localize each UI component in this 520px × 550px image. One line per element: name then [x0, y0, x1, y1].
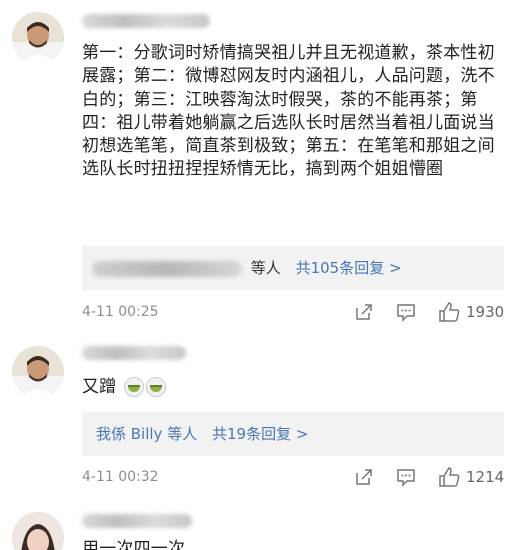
comment-item: 又蹭 我係 Billy 等人 共19条回复 > 4-11 00:32 1214 — [0, 330, 520, 500]
tea-cup-emoji-icon — [124, 377, 145, 397]
reply-summary[interactable]: 等人 共105条回复 > — [82, 246, 504, 290]
like-count: 1214 — [466, 468, 505, 486]
reply-summary[interactable]: 我係 Billy 等人 共19条回复 > — [82, 412, 504, 456]
comment-text: 第一：分歌词时矫情搞哭祖儿并且无视道歉，茶本性初展露；第二：微博怼网友时内涵祖儿… — [82, 43, 495, 180]
comment-feed: 第一：分歌词时矫情搞哭祖儿并且无视道歉，茶本性初展露；第二：微博怼网友时内涵祖儿… — [0, 0, 520, 550]
reply-names-suffix: 等人 — [250, 259, 281, 277]
author-name[interactable] — [82, 514, 192, 528]
reply-count-link[interactable]: 共19条回复 > — [212, 425, 308, 443]
comment-time: 4-11 00:25 — [82, 304, 159, 320]
avatar[interactable] — [12, 512, 64, 550]
avatar[interactable] — [12, 346, 64, 398]
comment-meta: 4-11 00:25 1930 — [82, 300, 508, 324]
thumbs-up-icon[interactable] — [438, 467, 460, 487]
tea-cup-emoji-icon — [146, 377, 167, 397]
reply-author-names[interactable]: 我係 Billy 等人 — [96, 425, 197, 443]
reply-author-names — [92, 260, 242, 277]
comment-meta: 4-11 00:32 1214 — [82, 465, 508, 489]
author-name[interactable] — [82, 14, 210, 28]
comment-time: 4-11 00:32 — [82, 469, 159, 485]
comment-text-content: 又蹭 — [82, 377, 117, 397]
thumbs-up-icon[interactable] — [438, 302, 460, 322]
share-icon[interactable] — [354, 302, 374, 322]
comment-item: 第一：分歌词时矫情搞哭祖儿并且无视道歉，茶本性初展露；第二：微博怼网友时内涵祖儿… — [0, 0, 520, 330]
like-count: 1930 — [466, 303, 505, 321]
comment-text: 用一次四一次 — [82, 539, 186, 550]
avatar[interactable] — [12, 12, 64, 64]
comment-text: 又蹭 — [82, 376, 508, 399]
comment-item: 用一次四一次 — [0, 500, 520, 550]
author-name[interactable] — [82, 346, 186, 360]
reply-count-link[interactable]: 共105条回复 > — [296, 259, 402, 277]
comment-icon[interactable] — [396, 467, 416, 487]
comment-icon[interactable] — [396, 302, 416, 322]
share-icon[interactable] — [354, 467, 374, 487]
